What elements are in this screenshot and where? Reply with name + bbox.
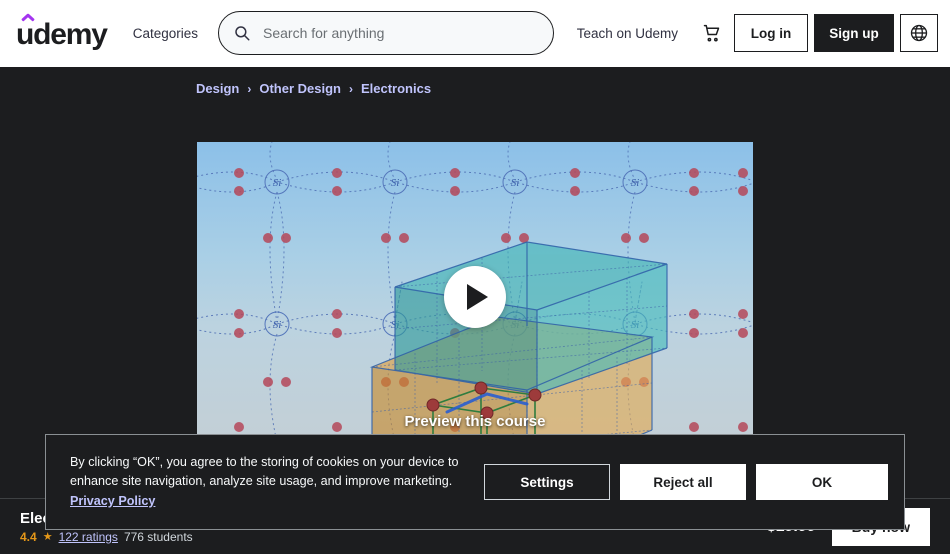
- breadcrumb-item-electronics[interactable]: Electronics: [361, 81, 431, 96]
- globe-icon: [910, 24, 928, 42]
- star-icon: ★: [42, 531, 53, 543]
- breadcrumb-separator: ›: [348, 81, 353, 96]
- course-meta: 4.4 ★ 122 ratings 776 students: [20, 530, 193, 544]
- login-button[interactable]: Log in: [734, 14, 808, 52]
- play-triangle-icon: [467, 284, 488, 310]
- svg-text:Si: Si: [391, 177, 400, 189]
- preview-course-label: Preview this course: [404, 413, 546, 430]
- shopping-cart-icon: [703, 24, 719, 42]
- logo-text: udemy: [16, 18, 108, 51]
- teach-on-udemy-link[interactable]: Teach on Udemy: [567, 18, 688, 49]
- svg-text:Si: Si: [273, 319, 282, 331]
- search-bar[interactable]: [218, 11, 554, 55]
- search-input[interactable]: [263, 25, 539, 41]
- cart-button[interactable]: [694, 16, 728, 50]
- cookie-reject-all-button[interactable]: Reject all: [620, 464, 746, 500]
- course-ratings-link[interactable]: 122 ratings: [59, 530, 118, 544]
- site-header: udemy Categories Teach on Udemy Log in S…: [0, 0, 950, 67]
- cookie-banner-text: By clicking “OK”, you agree to the stori…: [70, 453, 470, 512]
- svg-text:Si: Si: [631, 177, 640, 189]
- svg-text:Si: Si: [511, 177, 520, 189]
- breadcrumb: Design › Other Design › Electronics: [196, 81, 431, 96]
- cookie-banner-actions: Settings Reject all OK: [484, 464, 888, 500]
- cookie-consent-banner: By clicking “OK”, you agree to the stori…: [45, 434, 905, 530]
- cookie-ok-button[interactable]: OK: [756, 464, 888, 500]
- search-icon: [235, 26, 250, 41]
- privacy-policy-link[interactable]: Privacy Policy: [70, 494, 155, 508]
- categories-nav-link[interactable]: Categories: [123, 18, 208, 49]
- logo-caret-icon: [22, 13, 35, 21]
- signup-button[interactable]: Sign up: [814, 14, 894, 52]
- udemy-logo[interactable]: udemy: [16, 13, 108, 51]
- course-rating-value: 4.4: [20, 529, 37, 544]
- breadcrumb-item-design[interactable]: Design: [196, 81, 239, 96]
- play-button[interactable]: [444, 266, 506, 328]
- header-actions: Teach on Udemy Log in Sign up: [567, 14, 938, 52]
- breadcrumb-separator: ›: [247, 81, 252, 96]
- course-preview-video[interactable]: Si Si Si Si Si Si Si Si: [197, 142, 753, 440]
- language-button[interactable]: [900, 14, 938, 52]
- cookie-settings-button[interactable]: Settings: [484, 464, 610, 500]
- breadcrumb-item-other-design[interactable]: Other Design: [259, 81, 341, 96]
- cookie-banner-message: By clicking “OK”, you agree to the stori…: [70, 454, 459, 489]
- page-root: udemy Categories Teach on Udemy Log in S…: [0, 0, 950, 554]
- svg-text:Si: Si: [273, 177, 282, 189]
- course-students-count: 776 students: [123, 529, 193, 544]
